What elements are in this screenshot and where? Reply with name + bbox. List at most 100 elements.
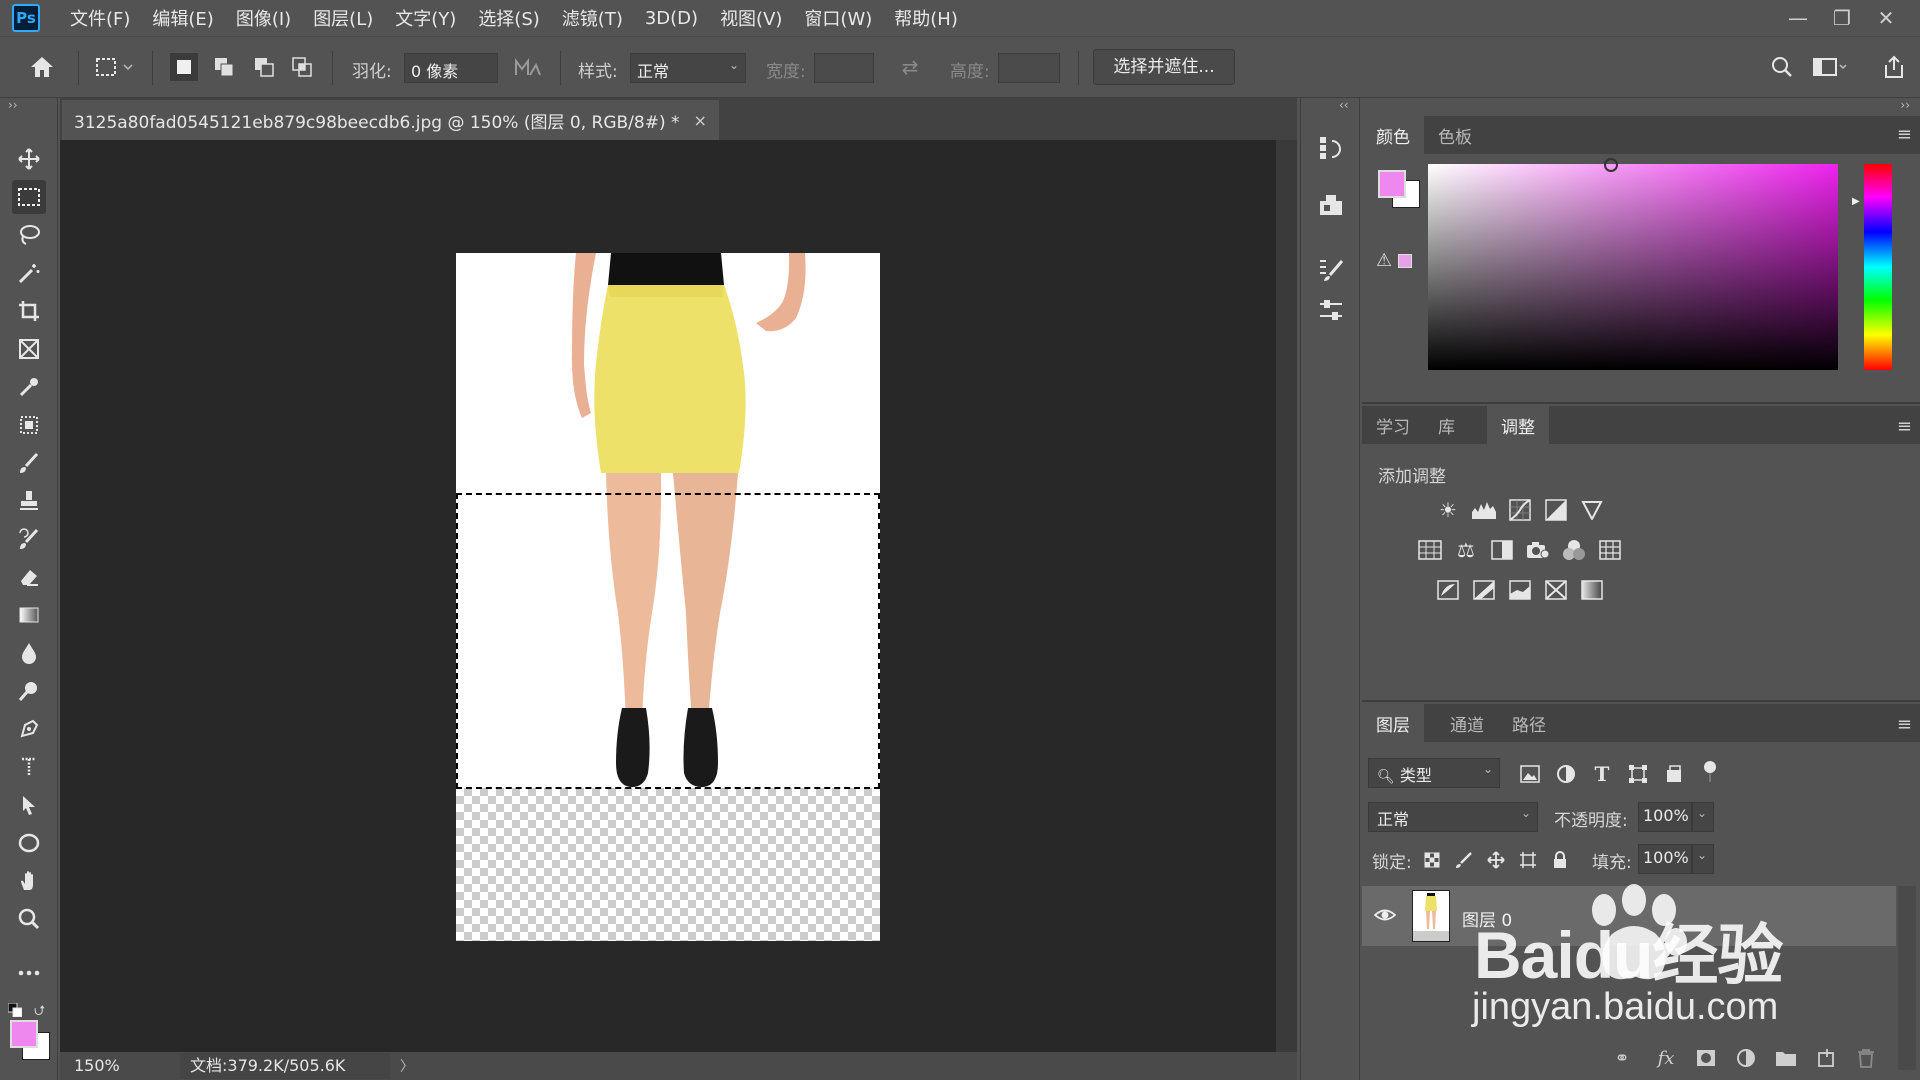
zoom-tool-icon[interactable]	[12, 902, 46, 936]
document-tab[interactable]: 3125a80fad0545121eb879c98beecdb6.jpg @ 1…	[62, 100, 719, 140]
share-icon[interactable]	[1880, 53, 1908, 81]
menu-3d[interactable]: 3D(D)	[645, 8, 698, 29]
feather-input[interactable]: 0 像素	[404, 53, 498, 83]
tab-color[interactable]: 颜色	[1362, 116, 1424, 154]
menu-layer[interactable]: 图层(L)	[313, 5, 373, 31]
default-colors-icon[interactable]	[7, 1002, 23, 1018]
brush-tool-icon[interactable]	[12, 446, 46, 480]
menu-window[interactable]: 窗口(W)	[804, 5, 872, 31]
hand-tool-icon[interactable]	[12, 864, 46, 898]
restore-button[interactable]: ❐	[1820, 6, 1864, 30]
height-input[interactable]	[998, 53, 1060, 83]
out-of-gamut-warning-icon[interactable]: ⚠	[1376, 250, 1392, 271]
filter-adjustment-layers-icon[interactable]	[1552, 760, 1580, 788]
close-tab-icon[interactable]: ×	[694, 111, 707, 130]
fill-slider-toggle-icon[interactable]: ⌄	[1692, 844, 1714, 874]
gamut-color-chip[interactable]	[1398, 254, 1412, 268]
status-menu-arrow-icon[interactable]: 〉	[400, 1056, 414, 1076]
layer-style-icon[interactable]: fx	[1652, 1044, 1680, 1072]
new-selection-icon[interactable]	[170, 53, 198, 81]
canvas-scrollbar[interactable]	[1276, 140, 1297, 1052]
brush-settings-panel-icon[interactable]	[1315, 254, 1347, 286]
intersect-selection-icon[interactable]	[288, 53, 316, 81]
menu-edit[interactable]: 编辑(E)	[152, 5, 213, 31]
history-panel-icon[interactable]	[1315, 132, 1347, 164]
blend-mode-select[interactable]: 正常 ⌄	[1368, 802, 1538, 832]
black-white-icon[interactable]	[1488, 536, 1516, 564]
style-select[interactable]: 正常 ⌄	[630, 53, 746, 83]
opacity-slider-toggle-icon[interactable]: ⌄	[1692, 802, 1714, 832]
search-icon[interactable]	[1768, 53, 1796, 81]
invert-icon[interactable]	[1434, 576, 1462, 604]
eyedropper-tool-icon[interactable]	[12, 370, 46, 404]
gradient-tool-icon[interactable]	[12, 598, 46, 632]
brightness-contrast-icon[interactable]: ☀	[1434, 496, 1462, 524]
hue-saturation-icon[interactable]	[1416, 536, 1444, 564]
lock-pixels-icon[interactable]	[1452, 848, 1476, 872]
posterize-icon[interactable]	[1470, 576, 1498, 604]
zoom-level-field[interactable]: 150%	[60, 1053, 136, 1079]
lock-position-icon[interactable]	[1484, 848, 1508, 872]
lock-transparent-icon[interactable]	[1420, 848, 1444, 872]
color-picker-cursor[interactable]	[1604, 158, 1618, 172]
blur-tool-icon[interactable]	[12, 636, 46, 670]
path-selection-tool-icon[interactable]	[12, 788, 46, 822]
eraser-tool-icon[interactable]	[12, 560, 46, 594]
vibrance-icon[interactable]	[1578, 496, 1606, 524]
workspace-icon[interactable]	[1810, 53, 1850, 81]
clone-stamp-tool-icon[interactable]	[12, 484, 46, 518]
menu-help[interactable]: 帮助(H)	[894, 5, 958, 31]
filter-type-layers-icon[interactable]: T	[1588, 760, 1616, 788]
color-balance-icon[interactable]: ⚖	[1452, 536, 1480, 564]
swap-colors-icon[interactable]: ⮍	[34, 1000, 50, 1019]
foreground-color-chip[interactable]	[1378, 170, 1406, 198]
subtract-selection-icon[interactable]	[250, 53, 278, 81]
add-selection-icon[interactable]	[210, 53, 238, 81]
tab-layers[interactable]: 图层	[1362, 704, 1424, 742]
gradient-map-icon[interactable]	[1578, 576, 1606, 604]
color-lookup-icon[interactable]	[1596, 536, 1624, 564]
link-layers-icon[interactable]: ⚭	[1608, 1044, 1636, 1072]
new-fill-adjustment-icon[interactable]	[1732, 1044, 1760, 1072]
menu-view[interactable]: 视图(V)	[720, 5, 782, 31]
add-mask-icon[interactable]	[1692, 1044, 1720, 1072]
properties-panel-icon[interactable]	[1315, 294, 1347, 326]
rect-marquee-tool-icon[interactable]	[12, 180, 46, 214]
panel-menu-icon[interactable]: ≡	[1897, 416, 1912, 437]
crop-tool-icon[interactable]	[12, 294, 46, 328]
type-tool-icon[interactable]	[12, 750, 46, 784]
tab-libraries[interactable]: 库	[1424, 406, 1469, 444]
menu-file[interactable]: 文件(F)	[70, 5, 130, 31]
tab-adjustments[interactable]: 调整	[1487, 406, 1549, 444]
delete-layer-icon[interactable]	[1852, 1044, 1880, 1072]
fill-input[interactable]: 100%	[1638, 844, 1692, 874]
menu-type[interactable]: 文字(Y)	[395, 5, 456, 31]
filter-toggle-icon[interactable]	[1696, 758, 1724, 786]
menu-select[interactable]: 选择(S)	[478, 5, 539, 31]
layer-thumbnail[interactable]	[1412, 890, 1450, 942]
threshold-icon[interactable]	[1506, 576, 1534, 604]
more-tools-icon[interactable]	[12, 956, 46, 990]
selective-color-icon[interactable]	[1542, 576, 1570, 604]
tab-paths[interactable]: 路径	[1498, 704, 1560, 742]
magic-wand-tool-icon[interactable]	[12, 256, 46, 290]
width-input[interactable]	[814, 53, 874, 83]
collapse-chevrons-icon[interactable]: ››	[8, 98, 18, 112]
new-group-icon[interactable]	[1772, 1044, 1800, 1072]
curves-icon[interactable]	[1506, 496, 1534, 524]
panel-menu-icon[interactable]: ≡	[1897, 124, 1912, 145]
opacity-input[interactable]: 100%	[1638, 802, 1692, 832]
filter-shape-layers-icon[interactable]	[1624, 760, 1652, 788]
lock-all-icon[interactable]	[1548, 848, 1572, 872]
exposure-icon[interactable]	[1542, 496, 1570, 524]
eye-icon[interactable]	[1373, 904, 1397, 926]
frame-tool-icon[interactable]	[12, 332, 46, 366]
levels-icon[interactable]	[1470, 496, 1498, 524]
new-layer-icon[interactable]	[1812, 1044, 1840, 1072]
close-button[interactable]: ✕	[1864, 6, 1908, 30]
document-info[interactable]: 文档:379.2K/505.6K	[180, 1053, 390, 1079]
collapse-chevrons-icon[interactable]: ››	[1900, 98, 1910, 112]
rect-marquee-preset-icon[interactable]	[92, 53, 136, 81]
tab-swatches[interactable]: 色板	[1424, 116, 1486, 154]
ellipse-tool-icon[interactable]	[12, 826, 46, 860]
